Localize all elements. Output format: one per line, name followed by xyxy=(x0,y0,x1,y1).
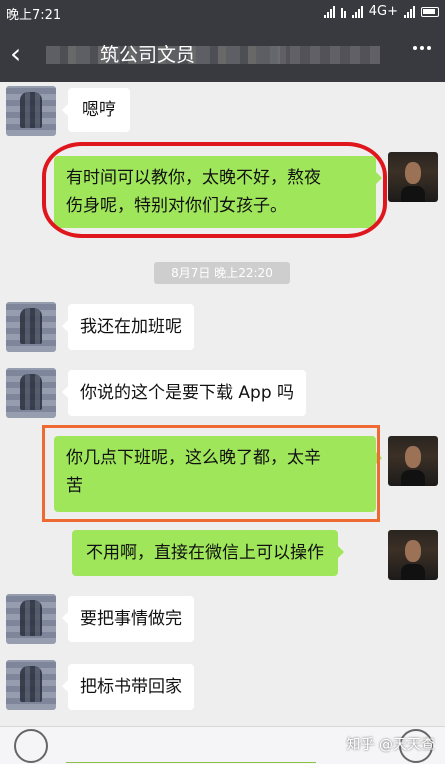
status-icons: 4G+ xyxy=(323,4,439,19)
orange-highlight-box xyxy=(42,425,380,522)
message-bubble-in[interactable]: 把标书带回家 xyxy=(62,664,194,710)
message-bubble-out[interactable]: 不用啊，直接在微信上可以操作 xyxy=(72,530,344,576)
status-bar: 晚上7:21 4G+ xyxy=(0,0,445,26)
more-icon xyxy=(413,46,417,50)
chat-header: ‹ 筑公司文员 xyxy=(0,26,445,82)
message-bubble-in[interactable]: 嗯哼 xyxy=(62,88,130,132)
voice-button[interactable] xyxy=(14,729,48,763)
title-redaction-2 xyxy=(260,46,380,64)
network-type: 4G+ xyxy=(368,4,398,19)
message-text: 你说的这个是要下载 App 吗 xyxy=(80,383,295,403)
signal-icon-2 xyxy=(351,5,363,18)
contact-avatar[interactable] xyxy=(6,368,56,418)
message-bubble-in[interactable]: 我还在加班呢 xyxy=(62,304,194,350)
more-button[interactable] xyxy=(413,46,431,50)
chat-title: 筑公司文员 xyxy=(100,44,196,66)
contact-avatar[interactable] xyxy=(6,594,56,644)
contact-avatar[interactable] xyxy=(6,660,56,710)
watermark: 知乎 @天天查 xyxy=(346,737,435,753)
message-text: 把标书带回家 xyxy=(80,677,182,697)
signal-icon xyxy=(323,5,335,18)
battery-icon xyxy=(421,6,439,17)
signal-icon-3 xyxy=(404,5,415,18)
message-text: 要把事情做完 xyxy=(80,609,182,629)
red-highlight-ring xyxy=(42,142,387,238)
my-avatar[interactable] xyxy=(388,436,438,486)
my-avatar[interactable] xyxy=(388,530,438,580)
message-text: 嗯哼 xyxy=(82,100,116,120)
chevron-left-icon: ‹ xyxy=(10,37,22,70)
message-bubble-in[interactable]: 要把事情做完 xyxy=(62,596,194,642)
wifi-icon xyxy=(340,6,346,18)
contact-avatar[interactable] xyxy=(6,86,56,136)
timestamp: 8月7日 晚上22:20 xyxy=(154,262,290,284)
message-bubble-in[interactable]: 你说的这个是要下载 App 吗 xyxy=(61,370,307,416)
contact-avatar[interactable] xyxy=(6,302,56,352)
back-button[interactable]: ‹ xyxy=(10,34,40,74)
message-text: 我还在加班呢 xyxy=(80,317,182,337)
status-time: 晚上7:21 xyxy=(6,8,62,23)
message-text: 不用啊，直接在微信上可以操作 xyxy=(86,543,324,563)
message-input[interactable] xyxy=(66,729,316,763)
my-avatar[interactable] xyxy=(388,152,438,202)
